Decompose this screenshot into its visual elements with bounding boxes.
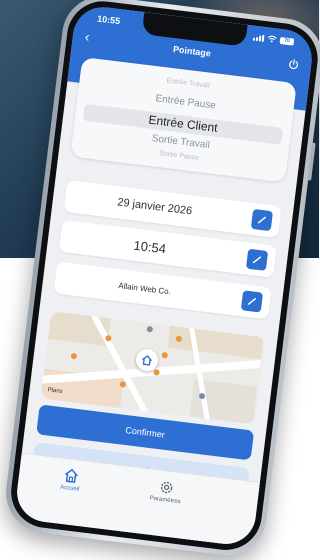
battery-icon: 70	[279, 36, 295, 46]
home-icon	[142, 355, 152, 366]
edit-date-button[interactable]	[250, 208, 274, 232]
tab-settings[interactable]: Paramètres	[135, 476, 197, 507]
home-icon	[65, 469, 78, 483]
signal-icon	[252, 33, 265, 42]
tab-home[interactable]: Accueil	[40, 464, 102, 495]
tab-settings-label: Paramètres	[149, 495, 181, 506]
gear-icon	[160, 481, 173, 494]
pencil-icon	[257, 216, 267, 224]
power-icon	[289, 59, 299, 70]
tab-home-label: Accueil	[59, 484, 80, 493]
edit-time-button[interactable]	[245, 248, 269, 271]
pencil-icon	[247, 298, 257, 305]
edit-client-button[interactable]	[240, 290, 264, 313]
pencil-icon	[252, 256, 262, 264]
logout-button[interactable]	[287, 56, 300, 75]
wifi-icon	[267, 35, 277, 43]
